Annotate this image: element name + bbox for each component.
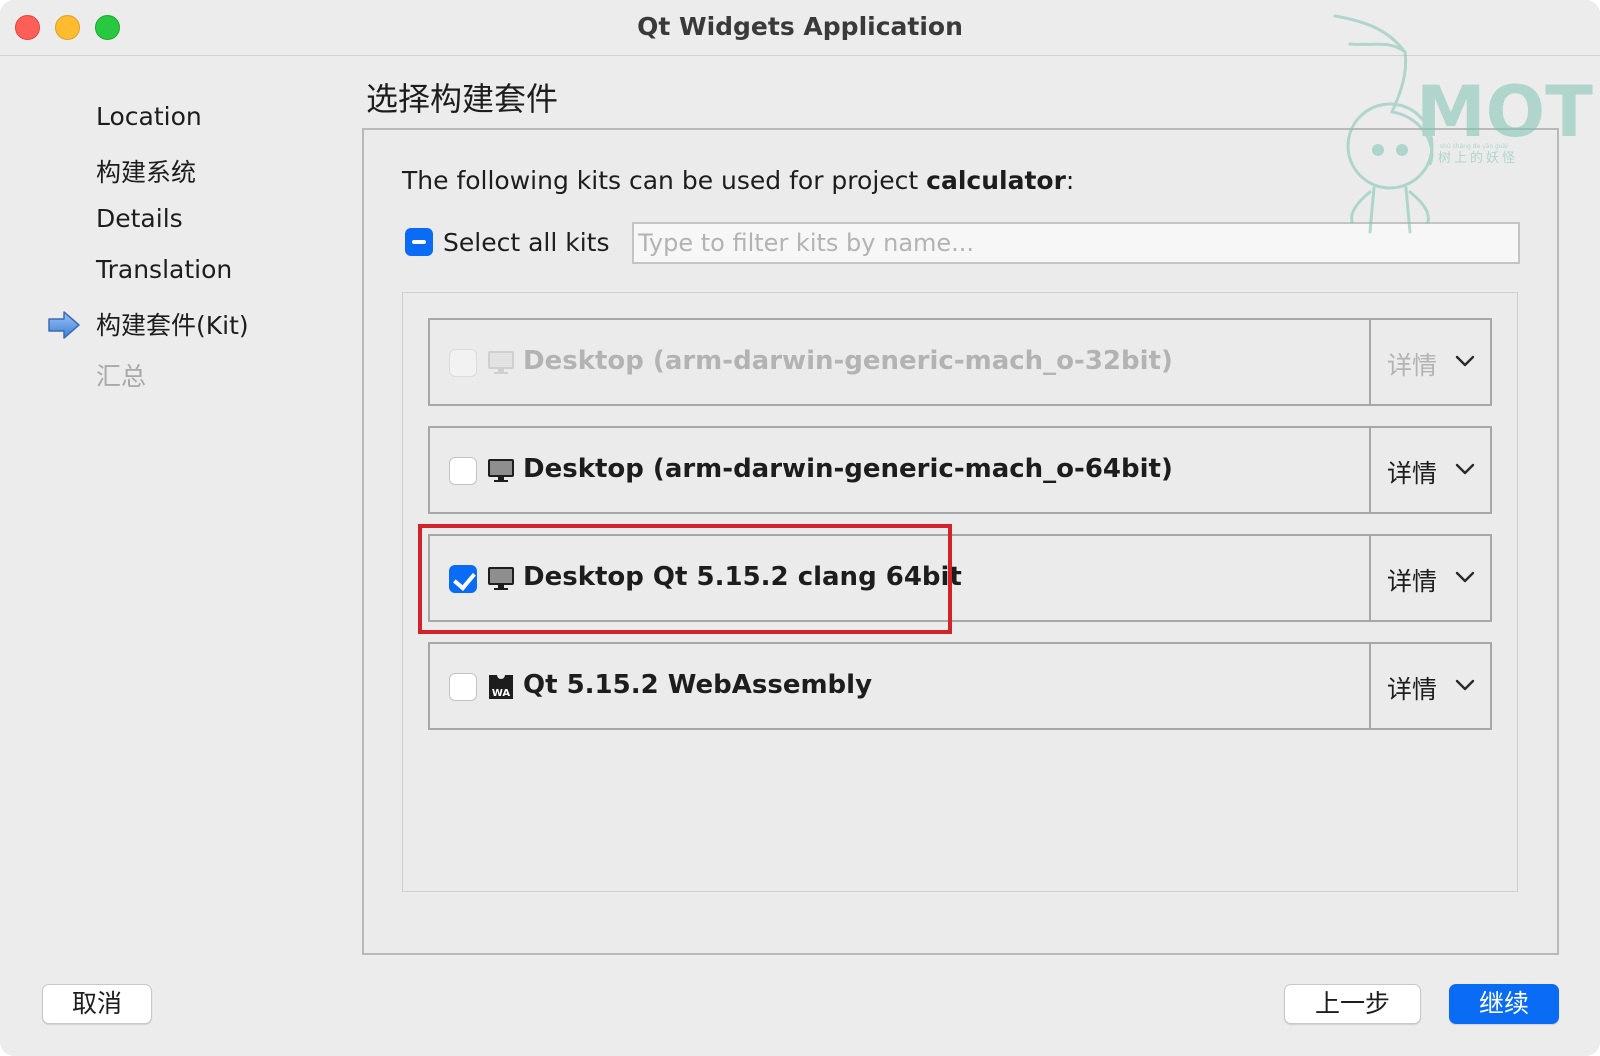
step-kit: 构建套件(Kit) xyxy=(96,311,249,340)
kit-row: WA Qt 5.15.2 WebAssembly 详情 xyxy=(428,642,1492,730)
chevron-down-icon xyxy=(1455,679,1475,691)
step-build-system: 构建系统 xyxy=(96,158,197,187)
webassembly-icon: WA xyxy=(489,675,513,699)
watermark-logo: MOT shù shàng de yāo guài 树上的妖怪 xyxy=(1333,14,1593,234)
watermark-logo-text: MOT xyxy=(1416,71,1593,153)
kit-name: Desktop (arm-darwin-generic-mach_o-32bit… xyxy=(523,346,1173,376)
select-all-kits-label: Select all kits xyxy=(443,228,610,257)
kit-row: Desktop (arm-darwin-generic-mach_o-32bit… xyxy=(428,318,1492,406)
kit-details-dropdown[interactable]: 详情 xyxy=(1369,428,1490,512)
arrow-right-icon xyxy=(48,311,80,339)
chevron-down-icon xyxy=(1455,571,1475,583)
svg-text:WA: WA xyxy=(492,688,511,699)
watermark-pinyin: shù shàng de yāo guài xyxy=(1440,143,1508,150)
chevron-down-icon xyxy=(1455,463,1475,475)
step-location: Location xyxy=(96,102,202,131)
watermark-caption: 树上的妖怪 xyxy=(1438,150,1518,166)
kit-name: Desktop (arm-darwin-generic-mach_o-64bit… xyxy=(523,454,1173,484)
desktop-monitor-icon xyxy=(488,459,514,482)
kit-details-dropdown[interactable]: 详情 xyxy=(1369,320,1490,404)
intro-suffix: : xyxy=(1065,166,1075,195)
kit-checkbox[interactable] xyxy=(449,673,477,701)
desktop-monitor-icon xyxy=(488,567,514,590)
kit-checkbox[interactable] xyxy=(449,349,477,377)
kit-checkbox[interactable] xyxy=(449,457,477,485)
cancel-button[interactable]: 取消 xyxy=(42,984,152,1024)
kit-details-label: 详情 xyxy=(1387,459,1438,488)
kit-name: Desktop Qt 5.15.2 clang 64bit xyxy=(523,562,962,592)
kit-details-label: 详情 xyxy=(1387,567,1438,596)
step-summary: 汇总 xyxy=(96,362,147,391)
kit-row: Desktop Qt 5.15.2 clang 64bit 详情 xyxy=(428,534,1492,622)
back-button[interactable]: 上一步 xyxy=(1284,984,1421,1024)
intro-text: The following kits can be used for proje… xyxy=(402,166,1074,195)
kit-details-label: 详情 xyxy=(1387,351,1438,380)
chevron-down-icon xyxy=(1455,355,1475,367)
step-translation: Translation xyxy=(96,255,233,284)
project-name: calculator xyxy=(926,166,1066,195)
page-title: 选择构建套件 xyxy=(366,80,559,118)
partial-check-icon[interactable] xyxy=(405,228,433,256)
kit-details-dropdown[interactable]: 详情 xyxy=(1369,644,1490,728)
app-window: Qt Widgets Application Location 构建系统 Det… xyxy=(0,0,1600,1056)
kit-name: Qt 5.15.2 WebAssembly xyxy=(523,670,873,700)
kit-checkbox[interactable] xyxy=(449,565,477,593)
kit-details-label: 详情 xyxy=(1387,675,1438,704)
step-details: Details xyxy=(96,204,183,233)
kit-row: Desktop (arm-darwin-generic-mach_o-64bit… xyxy=(428,426,1492,514)
continue-button[interactable]: 继续 xyxy=(1449,984,1559,1024)
kit-details-dropdown[interactable]: 详情 xyxy=(1369,536,1490,620)
desktop-monitor-icon xyxy=(488,351,514,374)
intro-prefix: The following kits can be used for proje… xyxy=(402,166,927,195)
